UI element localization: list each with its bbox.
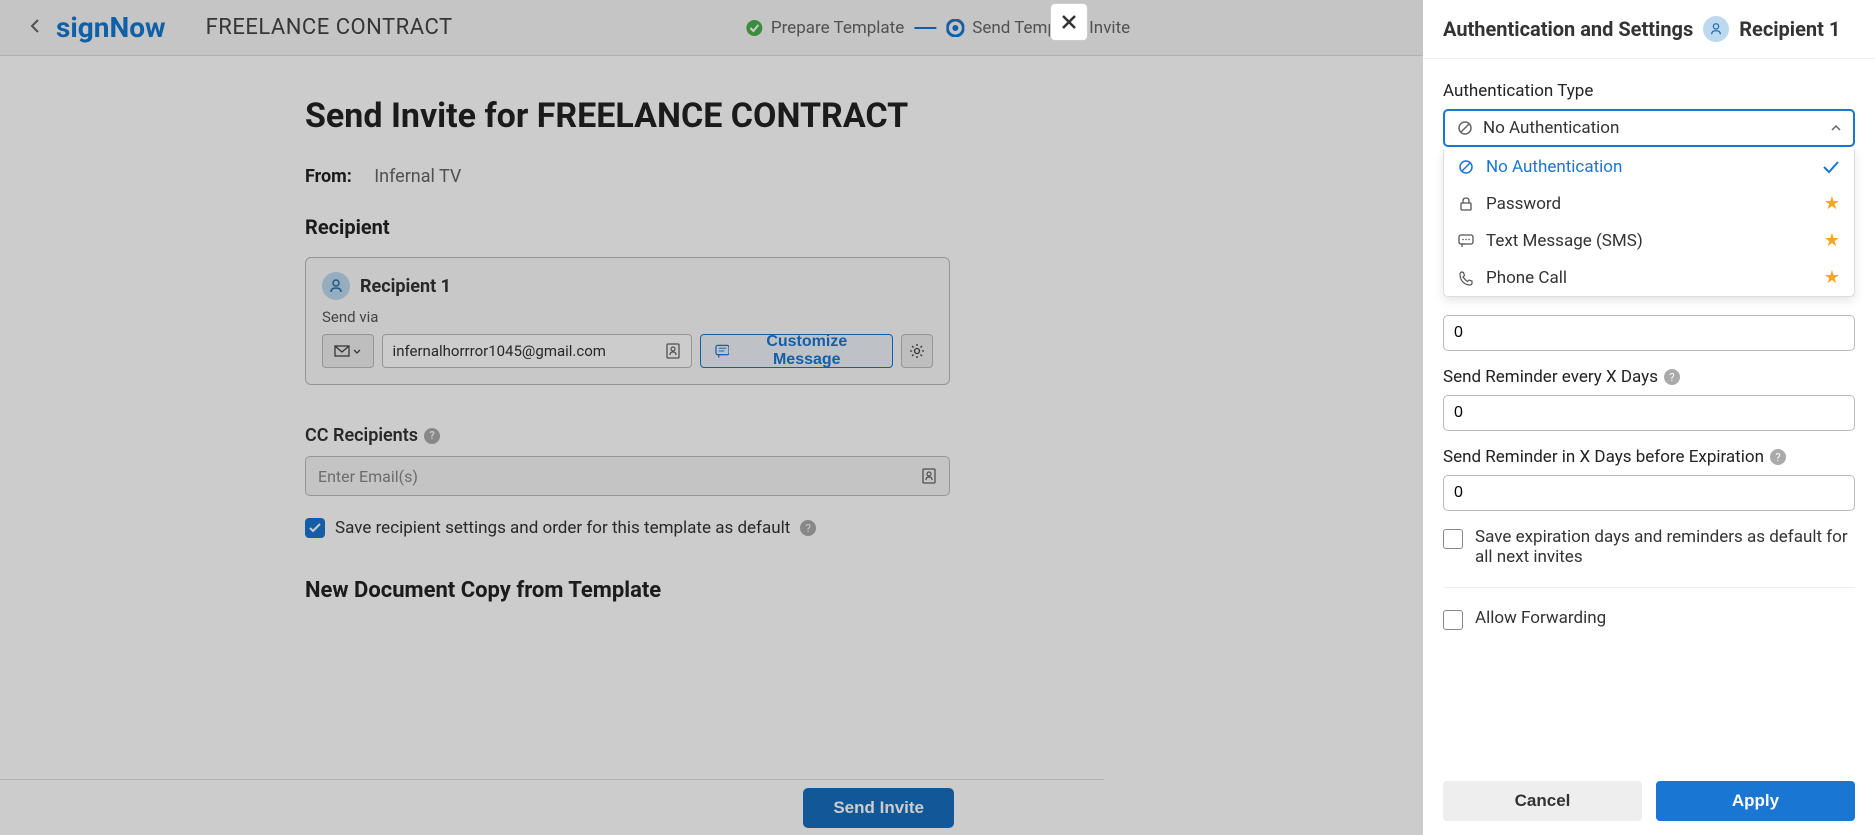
apply-button[interactable]: Apply <box>1656 781 1855 821</box>
help-icon[interactable]: ? <box>1770 449 1786 465</box>
auth-type-label: Authentication Type <box>1443 81 1855 101</box>
panel-recipient: Recipient 1 <box>1739 17 1840 41</box>
auth-option-phone[interactable]: Phone Call ★ <box>1444 259 1854 296</box>
auth-type-select[interactable]: No Authentication <box>1443 109 1855 147</box>
allow-forwarding-label: Allow Forwarding <box>1475 608 1606 628</box>
panel-header: Authentication and Settings Recipient 1 <box>1423 0 1875 59</box>
panel-body: Authentication Type No Authentication No… <box>1423 59 1875 769</box>
reminder-before-input[interactable] <box>1443 475 1855 511</box>
no-auth-icon <box>1458 159 1474 175</box>
checkbox-unchecked[interactable] <box>1443 610 1463 630</box>
reminder-before-label: Send Reminder in X Days before Expiratio… <box>1443 447 1855 467</box>
auth-option-sms[interactable]: Text Message (SMS) ★ <box>1444 222 1854 259</box>
option-label: Phone Call <box>1486 268 1567 288</box>
auth-selected-text: No Authentication <box>1483 118 1619 138</box>
close-panel-button[interactable] <box>1050 3 1088 41</box>
panel-footer: Cancel Apply <box>1423 769 1875 835</box>
reminder-every-text: Send Reminder every X Days <box>1443 367 1658 387</box>
settings-panel: Authentication and Settings Recipient 1 … <box>1423 0 1875 835</box>
avatar <box>1703 16 1729 42</box>
cancel-button[interactable]: Cancel <box>1443 781 1642 821</box>
person-icon <box>1709 22 1723 36</box>
divider <box>1443 587 1855 588</box>
phone-icon <box>1458 270 1474 286</box>
chevron-up-icon <box>1831 125 1841 131</box>
panel-title: Authentication and Settings <box>1443 17 1693 41</box>
reminder-before-text: Send Reminder in X Days before Expiratio… <box>1443 447 1764 467</box>
allow-forwarding-row[interactable]: Allow Forwarding <box>1443 608 1855 630</box>
hidden-days-input[interactable] <box>1443 315 1855 351</box>
reminder-every-label: Send Reminder every X Days ? <box>1443 367 1855 387</box>
sms-icon <box>1458 234 1474 248</box>
option-label: Text Message (SMS) <box>1486 231 1643 251</box>
lock-icon <box>1458 196 1474 212</box>
option-label: No Authentication <box>1486 157 1622 177</box>
auth-option-password[interactable]: Password ★ <box>1444 185 1854 222</box>
close-icon <box>1060 13 1078 31</box>
no-auth-icon <box>1457 120 1473 136</box>
reminder-every-input[interactable] <box>1443 395 1855 431</box>
premium-star-icon: ★ <box>1824 267 1840 288</box>
help-icon[interactable]: ? <box>1664 369 1680 385</box>
auth-dropdown-list: No Authentication Password ★ Text Messag… <box>1443 149 1855 297</box>
save-defaults-row[interactable]: Save expiration days and reminders as de… <box>1443 527 1855 567</box>
save-defaults-label: Save expiration days and reminders as de… <box>1475 527 1855 567</box>
auth-option-none[interactable]: No Authentication <box>1444 149 1854 185</box>
check-icon <box>1822 160 1840 174</box>
premium-star-icon: ★ <box>1824 230 1840 251</box>
premium-star-icon: ★ <box>1824 193 1840 214</box>
checkbox-unchecked[interactable] <box>1443 529 1463 549</box>
option-label: Password <box>1486 194 1561 214</box>
